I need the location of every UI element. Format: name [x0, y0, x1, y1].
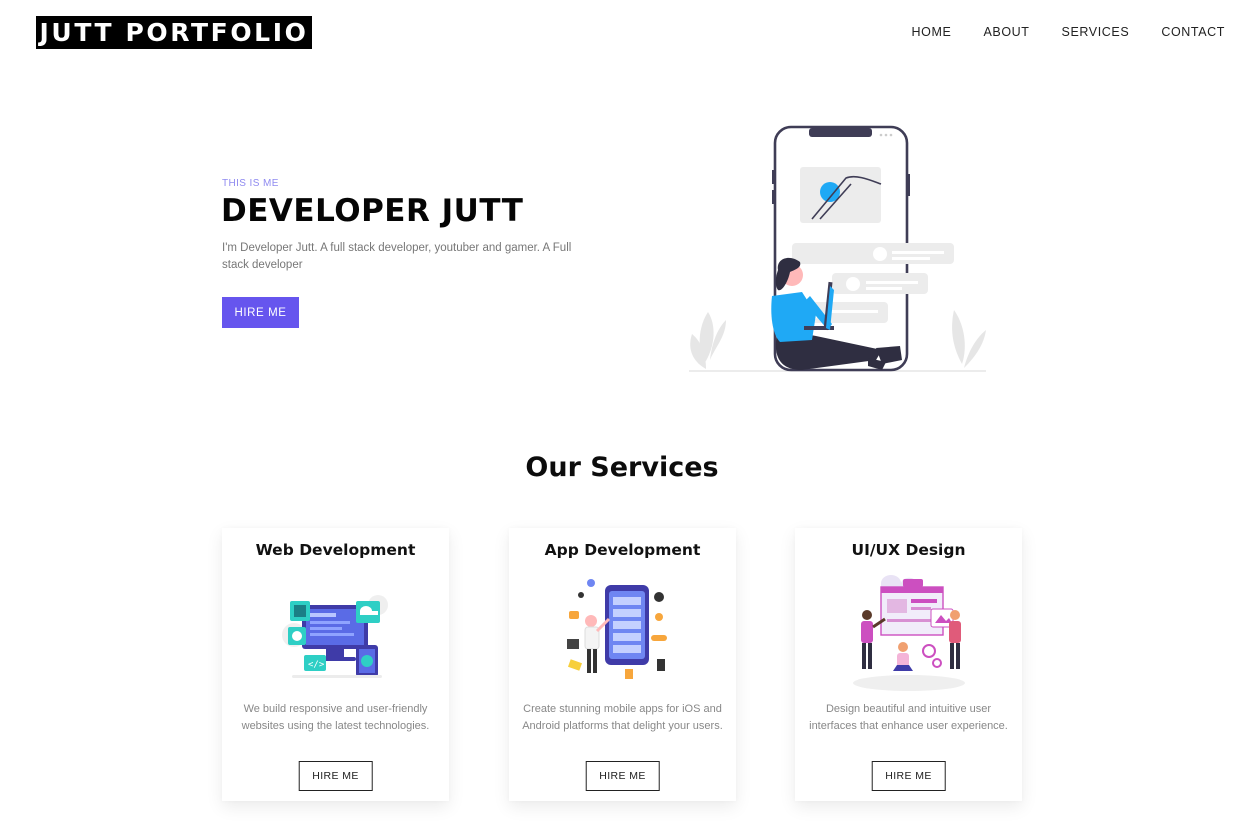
service-card-description: Create stunning mobile apps for iOS and …: [522, 703, 723, 732]
service-card-title: App Development: [544, 541, 701, 559]
hero-title: DEVELOPER JUTT: [221, 193, 524, 229]
main-nav: HOME ABOUT SERVICES CONTACT: [912, 25, 1225, 39]
hero-hire-button[interactable]: HIRE ME: [222, 297, 299, 328]
web-development-illustration: </>: [281, 595, 388, 678]
service-card-description: We build responsive and user-friendly we…: [241, 703, 430, 732]
service-card-web: Web Development </> We build responsive …: [222, 528, 449, 801]
service-card-app: App Development Create stunning mobile a…: [509, 528, 736, 801]
service-hire-button[interactable]: HIRE ME: [871, 761, 946, 791]
hero-description: I'm Developer Jutt. A full stack develop…: [222, 242, 572, 271]
app-development-illustration: [566, 579, 667, 679]
service-hire-button[interactable]: HIRE ME: [585, 761, 660, 791]
hero-illustration: [689, 125, 986, 372]
nav-contact-link[interactable]: CONTACT: [1161, 25, 1225, 39]
service-card-uiux: UI/UX Design Design beautiful and intuit…: [795, 528, 1022, 801]
nav-about-link[interactable]: ABOUT: [983, 25, 1029, 39]
service-card-title: UI/UX Design: [851, 541, 966, 559]
hero-eyebrow: THIS IS ME: [222, 178, 279, 189]
nav-services-link[interactable]: SERVICES: [1062, 25, 1130, 39]
service-card-title: Web Development: [255, 541, 416, 559]
nav-home-link[interactable]: HOME: [912, 25, 952, 39]
ui-ux-design-illustration: [852, 575, 965, 691]
service-hire-button[interactable]: HIRE ME: [298, 761, 373, 791]
services-section-title: Our Services: [525, 452, 719, 483]
site-logo[interactable]: JUTT PORTFOLIO: [36, 16, 312, 49]
svg-text:</>: </>: [308, 660, 325, 670]
service-card-description: Design beautiful and intuitive user inte…: [809, 703, 1008, 732]
